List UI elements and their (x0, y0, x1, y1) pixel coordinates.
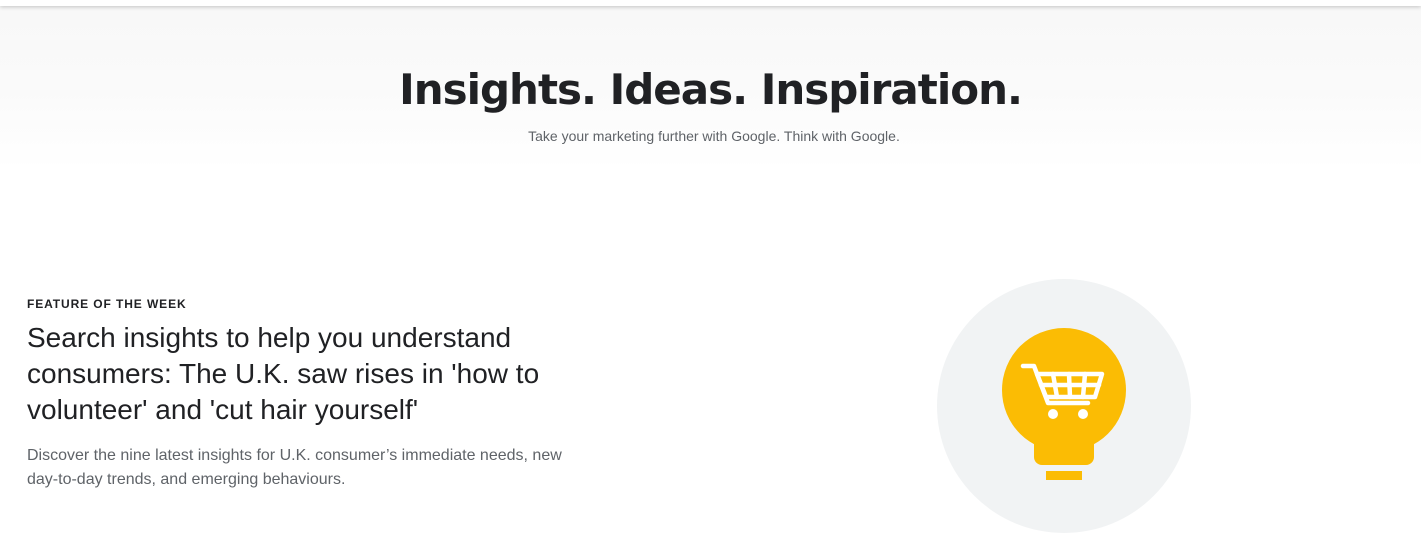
feature-title-link[interactable]: Search insights to help you understand c… (27, 320, 587, 428)
feature-illustration[interactable] (937, 279, 1191, 533)
page-subtitle: Take your marketing further with Google.… (528, 128, 900, 144)
page-title: Insights. Ideas. Inspiration. (399, 65, 1023, 114)
lightbulb-shopping-cart-icon (937, 279, 1191, 533)
feature-of-the-week: FEATURE OF THE WEEK Search insights to h… (27, 296, 617, 492)
hero-section: Insights. Ideas. Inspiration. Take your … (0, 6, 1421, 170)
feature-eyebrow-label: FEATURE OF THE WEEK (27, 297, 187, 311)
feature-description: Discover the nine latest insights for U.… (27, 447, 562, 488)
top-navigation-bar (0, 0, 1421, 6)
